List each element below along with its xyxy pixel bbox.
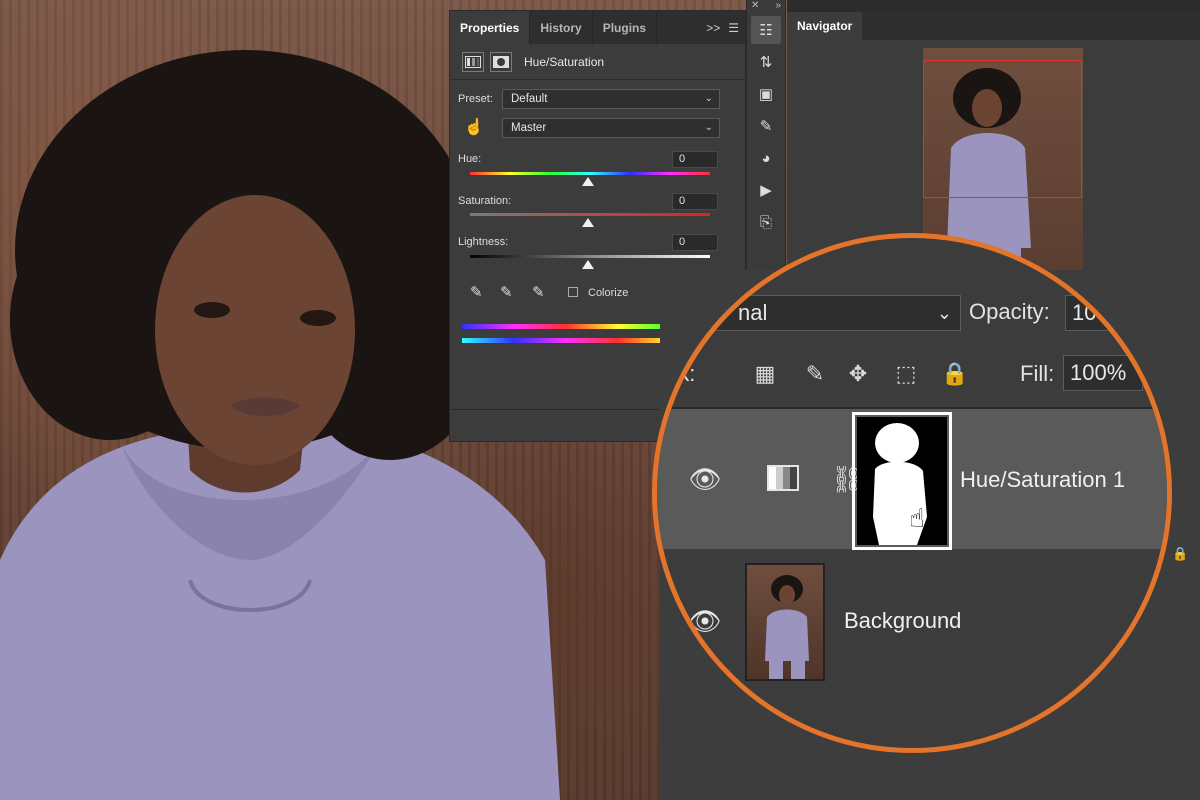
play-actions-icon[interactable]: ▶ [751,176,781,204]
swap-icon[interactable]: ⇅ [751,48,781,76]
preset-label: Preset: [458,93,493,105]
tab-navigator[interactable]: Navigator [787,12,863,40]
layer-row-background[interactable]: 👁 Background [657,551,1167,693]
layer-row-hue-saturation[interactable]: 👁 ⛓ ☝ Hue/Saturation 1 [657,409,1167,550]
blend-mode-dropdown[interactable]: nal ⌄ [657,295,961,331]
tab-properties[interactable]: Properties [450,11,531,44]
background-layer-thumbnail [745,563,825,681]
tab-plugins[interactable]: Plugins [593,11,658,44]
layer-name-background[interactable]: Background [844,608,961,634]
background-lock-icon: 🔒 [1172,546,1189,561]
expand-icon[interactable]: » [775,0,781,12]
channel-value: Master [511,122,547,134]
saturation-label: Saturation: [458,195,512,207]
channel-dropdown[interactable]: Master ⌄ [502,118,720,138]
fill-label: Fill: [1020,361,1055,386]
chevron-down-icon: ⌄ [936,303,952,323]
eyedropper-plus-icon[interactable]: ✎ [500,283,513,301]
adjustment-layer-icon[interactable] [462,51,484,72]
brush-settings-icon[interactable]: ✎ [751,112,781,140]
preset-dropdown[interactable]: Default ⌄ [502,89,720,109]
adjustments-icon[interactable]: ☷ [751,16,781,44]
mask-icon[interactable] [490,51,512,72]
colorize-label: Colorize [588,287,629,299]
eyedropper-icon[interactable]: ✎ [470,283,483,301]
colorize-checkbox[interactable] [568,287,578,297]
properties-tab-bar: Properties History Plugins >> ☰ [450,11,745,44]
opacity-field[interactable]: 10 [1065,295,1165,331]
lightness-slider-thumb[interactable] [582,260,594,269]
close-icon[interactable]: ✕ [751,0,759,12]
collapse-panels-button[interactable]: >> [706,21,720,35]
clone-source-icon[interactable]: ⎘ [751,208,781,236]
eye-visibility-icon[interactable]: 👁 [687,464,723,494]
hue-slider-thumb[interactable] [582,177,594,186]
hue-saturation-adjustment-icon [767,465,799,491]
navigator-view-box[interactable] [923,60,1082,198]
lock-all-icon[interactable]: 🔒 [940,359,970,389]
magnified-layers-callout: nal ⌄ Opacity: 10 ock: ▦ ✎ ✥ ⬚ 🔒 Fill: 1… [652,233,1172,753]
opacity-slider[interactable] [1095,306,1167,309]
panel-menu-icon[interactable]: ☰ [728,21,739,35]
lock-image-pixels-icon[interactable]: ✎ [800,359,830,389]
eyedropper-minus-icon[interactable]: ✎ [532,283,545,301]
svg-text:☝: ☝ [909,504,925,534]
chevron-down-icon: ⌄ [704,122,713,133]
adjustment-title: Hue/Saturation [524,54,605,69]
mask-silhouette: ☝ [873,423,927,545]
hue-slider-track[interactable] [470,172,710,175]
saturation-slider-thumb[interactable] [582,218,594,227]
lock-artboard-icon[interactable]: ⬚ [891,359,921,389]
preset-value: Default [511,93,548,105]
saturation-slider-track[interactable] [470,213,710,216]
targeted-adjustment-hand-icon[interactable]: ☝ [464,117,484,137]
fill-field[interactable]: 100% [1063,355,1143,391]
layer-name-hue-saturation[interactable]: Hue/Saturation 1 [960,467,1125,493]
layer-mask-thumbnail[interactable]: ☝ [852,412,952,550]
hue-value-field[interactable]: 0 [672,151,718,168]
lightness-label: Lightness: [458,236,509,248]
panel-icon-strip: ✕ » ☷ ⇅ ▣ ✎ ◕ ▶ ⎘ [746,0,786,270]
hue-label: Hue: [458,153,482,165]
lock-label: ock: [655,361,696,386]
libraries-icon[interactable]: ▣ [751,80,781,108]
eye-visibility-icon[interactable]: 👁 [687,606,723,636]
tab-history[interactable]: History [530,11,593,44]
opacity-label: Opacity: [969,299,1050,324]
chevron-down-icon: ⌄ [704,93,713,104]
color-palette-icon[interactable]: ◕ [751,144,781,172]
blend-mode-value: nal [738,300,768,325]
lock-position-icon[interactable]: ✥ [843,359,873,389]
adjustment-header: Hue/Saturation [450,44,745,80]
saturation-value-field[interactable]: 0 [672,193,718,210]
lock-transparent-pixels-icon[interactable]: ▦ [750,359,780,389]
